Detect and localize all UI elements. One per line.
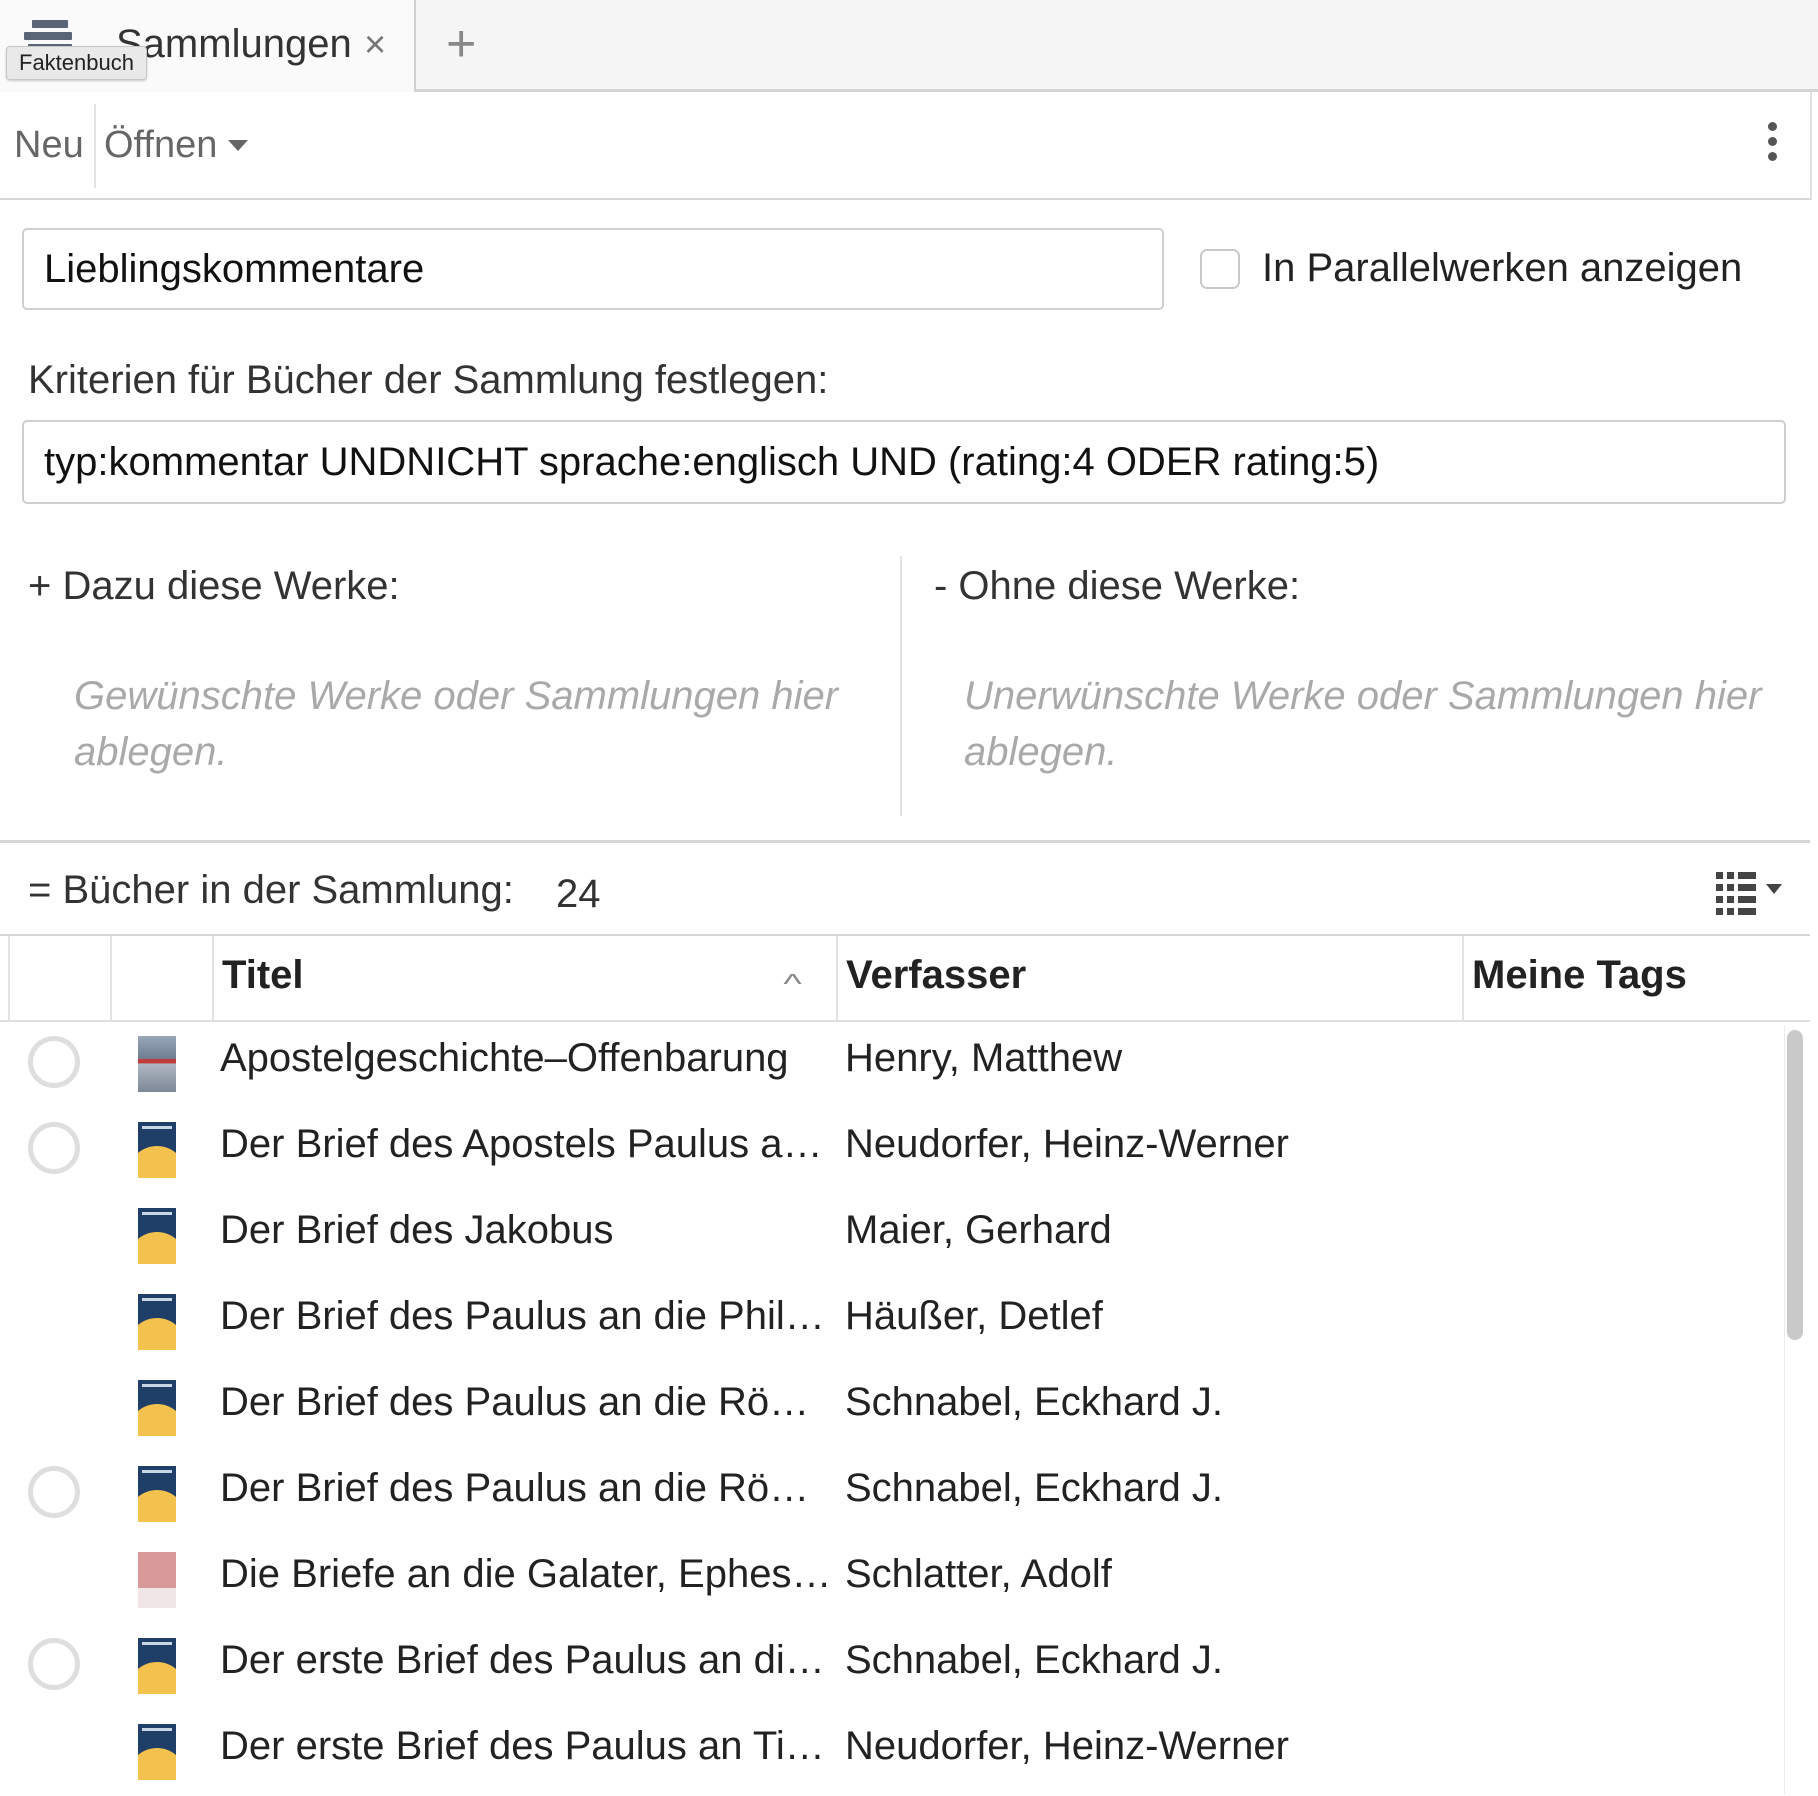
book-author: Schnabel, Eckhard J. <box>845 1638 1223 1682</box>
parallel-checkbox[interactable] <box>1200 249 1240 289</box>
book-author: Henry, Matthew <box>845 1036 1123 1080</box>
book-cover <box>138 1466 176 1522</box>
add-tab-button[interactable]: + <box>446 14 476 74</box>
column-author[interactable]: Verfasser <box>836 936 1462 1020</box>
book-title: Der Brief des Jakobus <box>220 1208 614 1252</box>
book-cover <box>138 1638 176 1694</box>
book-cover <box>138 1294 176 1350</box>
book-author: Häußer, Detlef <box>845 1294 1103 1338</box>
list-view-icon[interactable] <box>1714 870 1784 916</box>
book-cover <box>138 1552 176 1608</box>
books-count: 24 <box>556 872 601 916</box>
column-title[interactable]: Titel <box>212 936 838 1020</box>
book-author: Neudorfer, Heinz-Werner <box>845 1122 1289 1166</box>
criteria-input[interactable]: typ:kommentar UNDNICHT sprache:englisch … <box>22 420 1786 504</box>
book-title: Apostelgeschichte–Offenbarung <box>220 1036 789 1080</box>
status-radio[interactable] <box>28 1036 80 1088</box>
column-status[interactable] <box>8 936 110 1020</box>
book-title: Die Briefe an die Galater, Ephes… <box>220 1552 832 1596</box>
book-title: Der Brief des Paulus an die Rö… <box>220 1380 810 1424</box>
toolbar-separator <box>94 104 96 188</box>
tab-bar: Sammlungen × + <box>0 0 1818 92</box>
new-button[interactable]: Neu <box>14 124 84 167</box>
table-row[interactable]: Der Brief des Apostels Paulus a… Neudorfe… <box>0 1108 1780 1194</box>
book-title: Der erste Brief des Paulus an Ti… <box>220 1724 825 1768</box>
table-row[interactable]: Apostelgeschichte–Offenbarung Henry, Matt… <box>0 1022 1780 1108</box>
exclude-heading: - Ohne diese Werke: <box>934 564 1301 608</box>
book-cover <box>138 1036 176 1092</box>
book-title: Der erste Brief des Paulus an di… <box>220 1638 825 1682</box>
book-title: Der Brief des Paulus an die Phil… <box>220 1294 825 1338</box>
books-in-collection-label: = Bücher in der Sammlung: <box>28 868 514 912</box>
book-author: Maier, Gerhard <box>845 1208 1112 1252</box>
horizontal-divider <box>0 840 1810 843</box>
column-tags[interactable]: Meine Tags <box>1462 936 1792 1020</box>
book-author: Schnabel, Eckhard J. <box>845 1380 1223 1424</box>
status-radio[interactable] <box>28 1122 80 1174</box>
exclude-drop-zone[interactable]: Unerwünschte Werke oder Sammlungen hier … <box>964 668 1764 780</box>
status-radio[interactable] <box>28 1466 80 1518</box>
open-button[interactable]: Öffnen <box>104 124 217 167</box>
table-row[interactable]: Der erste Brief des Paulus an Ti… Neudorf… <box>0 1710 1780 1796</box>
tooltip: Faktenbuch <box>6 46 147 80</box>
book-author: Schlatter, Adolf <box>845 1552 1112 1596</box>
book-cover <box>138 1380 176 1436</box>
book-title: Der Brief des Paulus an die Rö… <box>220 1466 810 1510</box>
scrollbar-thumb[interactable] <box>1787 1030 1803 1340</box>
book-cover <box>138 1724 176 1780</box>
close-icon[interactable]: × <box>364 24 386 67</box>
book-cover <box>138 1122 176 1178</box>
include-heading: + Dazu diese Werke: <box>28 564 400 608</box>
table-row[interactable]: Die Briefe an die Galater, Ephes… Schlatt… <box>0 1538 1780 1624</box>
column-cover[interactable] <box>110 936 212 1020</box>
table-header: Titel Verfasser Meine Tags <box>0 934 1810 1022</box>
sort-ascending-icon[interactable]: ^ <box>783 968 801 1000</box>
chevron-down-icon[interactable] <box>228 140 248 151</box>
table-row[interactable]: Der Brief des Paulus an die Rö… Schnabel,… <box>0 1366 1780 1452</box>
include-drop-zone[interactable]: Gewünschte Werke oder Sammlungen hier ab… <box>74 668 854 780</box>
table-row[interactable]: Der erste Brief des Paulus an di… Schnabe… <box>0 1624 1780 1710</box>
collection-name-input[interactable]: Lieblingskommentare <box>22 228 1164 310</box>
book-cover <box>138 1208 176 1264</box>
book-author: Neudorfer, Heinz-Werner <box>845 1724 1289 1768</box>
table-row[interactable]: Der Brief des Paulus an die Rö… Schnabel,… <box>0 1452 1780 1538</box>
parallel-checkbox-label: In Parallelwerken anzeigen <box>1262 246 1743 290</box>
tab-label: Sammlungen <box>116 22 352 66</box>
criteria-label: Kriterien für Bücher der Sammlung festle… <box>28 358 829 402</box>
kebab-menu-icon[interactable] <box>1764 122 1780 170</box>
status-radio[interactable] <box>28 1638 80 1690</box>
table-row[interactable]: Der Brief des Jakobus Maier, Gerhard <box>0 1194 1780 1280</box>
section-divider <box>900 556 902 816</box>
book-author: Schnabel, Eckhard J. <box>845 1466 1223 1510</box>
toolbar: Neu Öffnen <box>0 92 1812 200</box>
table-row[interactable]: Der Brief des Paulus an die Phil… Häußer,… <box>0 1280 1780 1366</box>
book-title: Der Brief des Apostels Paulus a… <box>220 1122 823 1166</box>
